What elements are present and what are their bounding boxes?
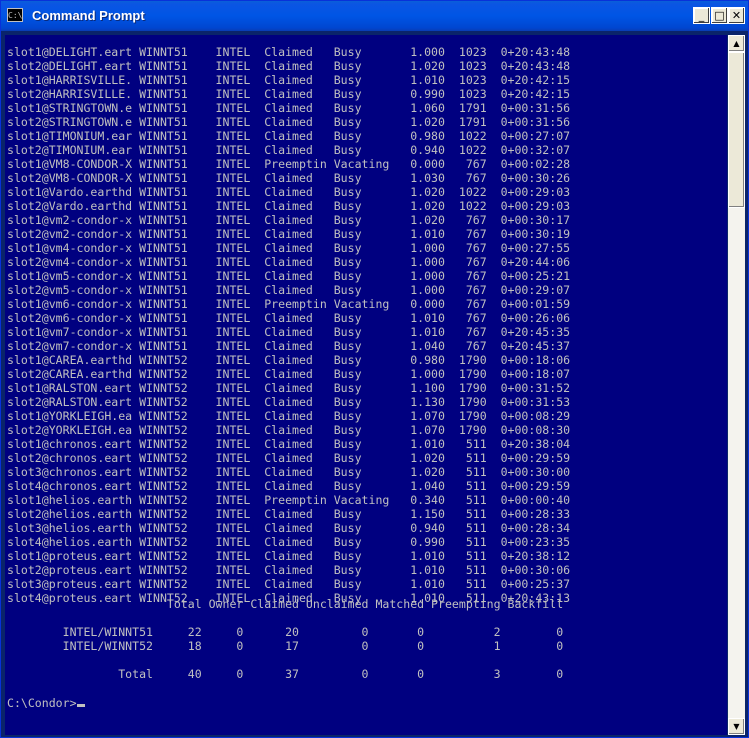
status-row: slot1@vm7-condor-x WINNT51 INTEL Claimed… xyxy=(7,325,571,339)
status-row: slot1@DELIGHT.eart WINNT51 INTEL Claimed… xyxy=(7,45,571,59)
summary-row-winnt51: INTEL/WINNT51 22 0 20 0 0 2 0 xyxy=(7,625,564,639)
status-row: slot2@chronos.eart WINNT52 INTEL Claimed… xyxy=(7,451,571,465)
console-output[interactable]: Total Owner Claimed Unclaimed Matched Pr… xyxy=(5,35,727,735)
status-row: slot2@TIMONIUM.ear WINNT51 INTEL Claimed… xyxy=(7,143,571,157)
status-row: slot1@vm2-condor-x WINNT51 INTEL Claimed… xyxy=(7,213,571,227)
status-row: slot1@YORKLEIGH.ea WINNT52 INTEL Claimed… xyxy=(7,409,571,423)
status-row: slot2@vm2-condor-x WINNT51 INTEL Claimed… xyxy=(7,227,571,241)
scroll-up-arrow-icon[interactable]: ▲ xyxy=(728,35,745,52)
scroll-down-arrow-icon[interactable]: ▼ xyxy=(728,718,745,735)
status-row: slot1@vm6-condor-x WINNT51 INTEL Preempt… xyxy=(7,297,571,311)
command-prompt-line[interactable]: C:\Condor> xyxy=(7,696,85,710)
status-row: slot1@vm5-condor-x WINNT51 INTEL Claimed… xyxy=(7,269,571,283)
status-row: slot4@proteus.eart WINNT52 INTEL Claimed… xyxy=(7,591,571,605)
status-row: slot2@CAREA.earthd WINNT52 INTEL Claimed… xyxy=(7,367,571,381)
status-row: slot1@TIMONIUM.ear WINNT51 INTEL Claimed… xyxy=(7,129,571,143)
console-app-icon[interactable]: C:\ xyxy=(7,8,23,22)
status-row: slot2@vm6-condor-x WINNT51 INTEL Claimed… xyxy=(7,311,571,325)
status-row: slot1@RALSTON.eart WINNT52 INTEL Claimed… xyxy=(7,381,571,395)
status-row: slot2@RALSTON.eart WINNT52 INTEL Claimed… xyxy=(7,395,571,409)
status-row: slot2@STRINGTOWN.e WINNT51 INTEL Claimed… xyxy=(7,115,571,129)
status-row: slot2@Vardo.earthd WINNT51 INTEL Claimed… xyxy=(7,199,571,213)
status-row: slot2@vm7-condor-x WINNT51 INTEL Claimed… xyxy=(7,339,571,353)
command-prompt-window: C:\ Command Prompt _ □ ✕ Total Owner Cla… xyxy=(0,0,749,738)
scrollbar-thumb[interactable] xyxy=(728,52,745,208)
minimize-button[interactable]: _ xyxy=(693,7,710,24)
status-row: slot1@proteus.eart WINNT52 INTEL Claimed… xyxy=(7,549,571,563)
status-row: slot1@vm4-condor-x WINNT51 INTEL Claimed… xyxy=(7,241,571,255)
status-row: slot1@helios.earth WINNT52 INTEL Preempt… xyxy=(7,493,571,507)
status-row: slot2@YORKLEIGH.ea WINNT52 INTEL Claimed… xyxy=(7,423,571,437)
status-row: slot2@proteus.eart WINNT52 INTEL Claimed… xyxy=(7,563,571,577)
status-row: slot3@chronos.eart WINNT52 INTEL Claimed… xyxy=(7,465,571,479)
status-row: slot3@helios.earth WINNT52 INTEL Claimed… xyxy=(7,521,571,535)
status-row: slot1@VM8-CONDOR-X WINNT51 INTEL Preempt… xyxy=(7,157,571,171)
title-bar[interactable]: C:\ Command Prompt _ □ ✕ xyxy=(1,1,748,31)
summary-total-row: Total 40 0 37 0 0 3 0 xyxy=(7,667,564,681)
status-row: slot2@vm4-condor-x WINNT51 INTEL Claimed… xyxy=(7,255,571,269)
vertical-scrollbar[interactable]: ▲ ▼ xyxy=(728,35,745,735)
status-row: slot2@HARRISVILLE. WINNT51 INTEL Claimed… xyxy=(7,87,571,101)
status-row: slot4@helios.earth WINNT52 INTEL Claimed… xyxy=(7,535,571,549)
status-row: slot4@chronos.eart WINNT52 INTEL Claimed… xyxy=(7,479,571,493)
window-title: Command Prompt xyxy=(32,8,145,23)
status-row: slot2@DELIGHT.eart WINNT51 INTEL Claimed… xyxy=(7,59,571,73)
maximize-button[interactable]: □ xyxy=(711,7,728,24)
prompt-text: C:\Condor> xyxy=(7,696,77,710)
status-row: slot1@HARRISVILLE. WINNT51 INTEL Claimed… xyxy=(7,73,571,87)
status-row: slot2@helios.earth WINNT52 INTEL Claimed… xyxy=(7,507,571,521)
status-row: slot1@CAREA.earthd WINNT52 INTEL Claimed… xyxy=(7,353,571,367)
status-row: slot1@chronos.eart WINNT52 INTEL Claimed… xyxy=(7,437,571,451)
text-cursor xyxy=(76,704,85,707)
status-row: slot1@Vardo.earthd WINNT51 INTEL Claimed… xyxy=(7,185,571,199)
status-row: slot1@STRINGTOWN.e WINNT51 INTEL Claimed… xyxy=(7,101,571,115)
summary-row-winnt52: INTEL/WINNT52 18 0 17 0 0 1 0 xyxy=(7,639,564,653)
status-row: slot3@proteus.eart WINNT52 INTEL Claimed… xyxy=(7,577,571,591)
close-button[interactable]: ✕ xyxy=(728,7,745,24)
status-row: slot2@vm5-condor-x WINNT51 INTEL Claimed… xyxy=(7,283,571,297)
status-row: slot2@VM8-CONDOR-X WINNT51 INTEL Claimed… xyxy=(7,171,571,185)
